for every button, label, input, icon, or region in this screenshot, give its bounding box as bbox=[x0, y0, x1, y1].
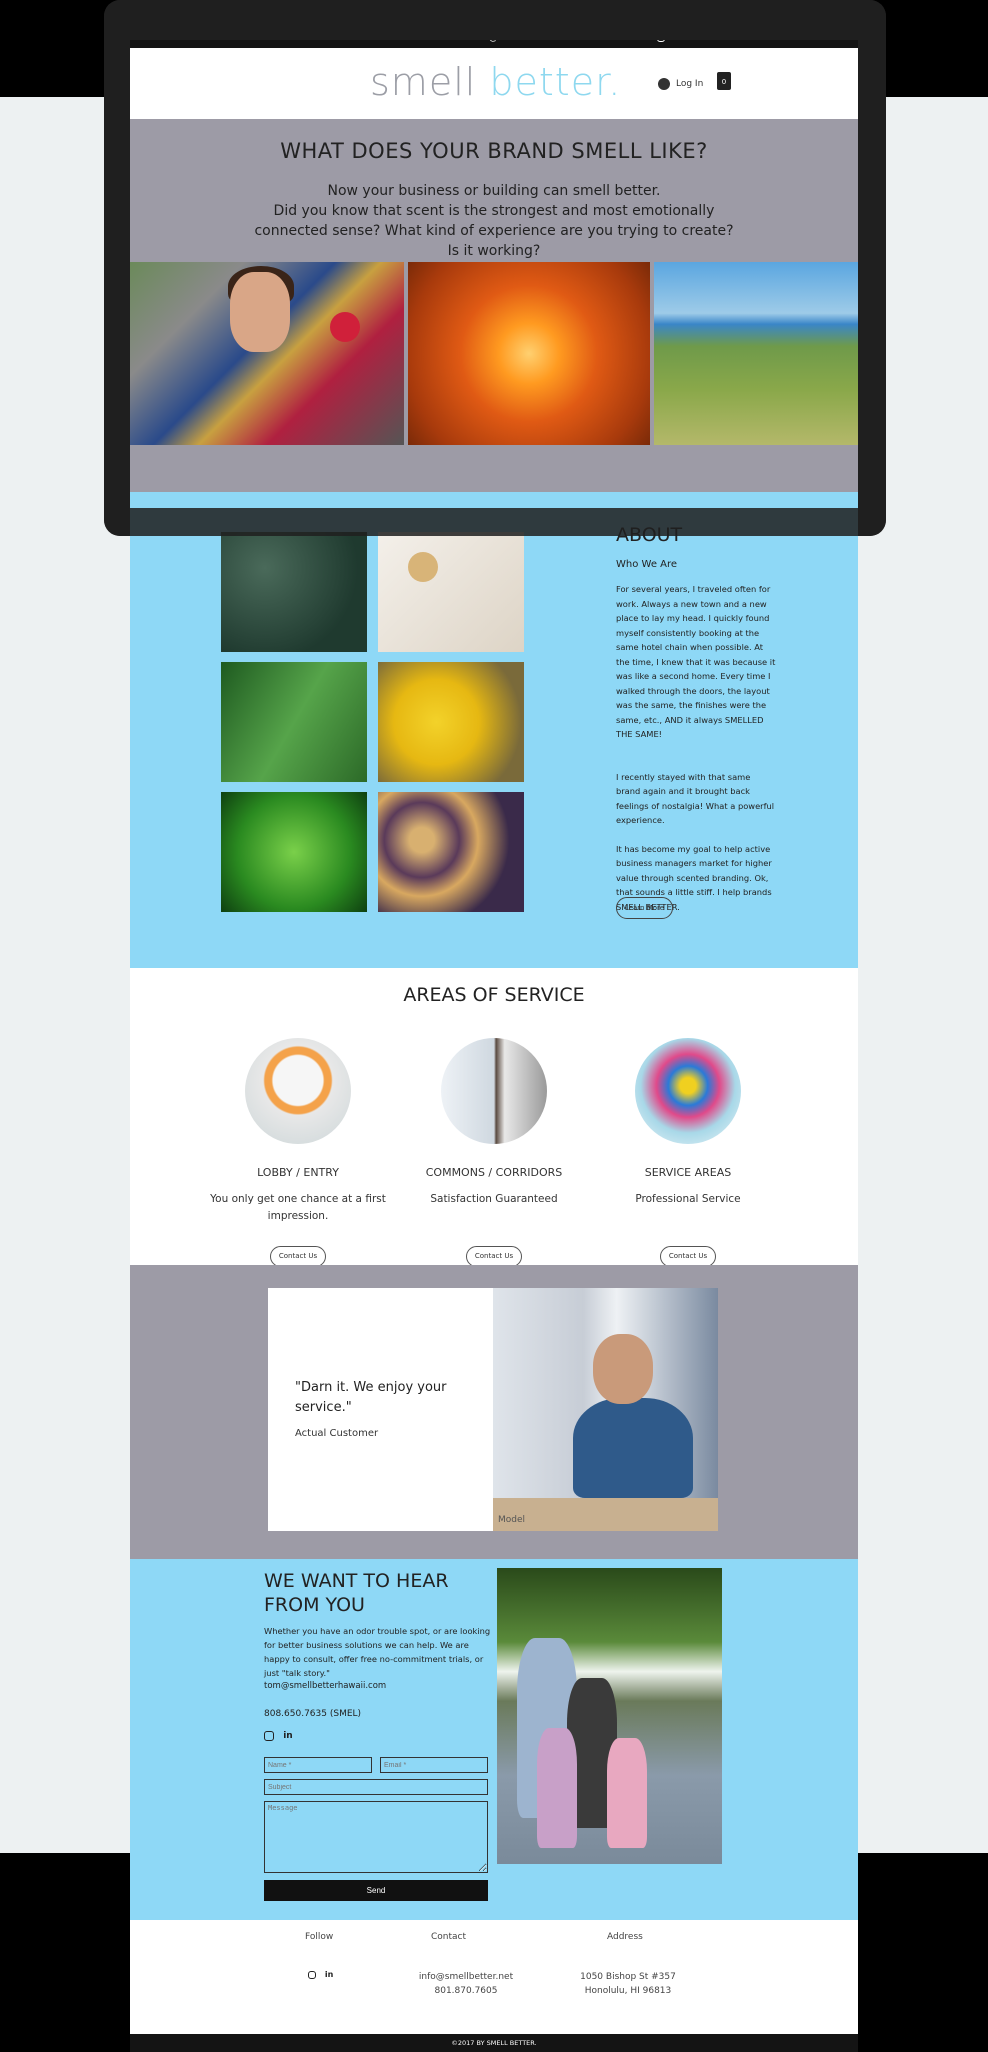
linkedin-icon[interactable]: in bbox=[325, 1970, 333, 1979]
footer: Follow Contact Address in info@smellbett… bbox=[130, 1920, 858, 2034]
lobby-image bbox=[245, 1038, 351, 1144]
model-label: Model bbox=[498, 1515, 526, 1525]
device-frame-top bbox=[104, 0, 886, 40]
name-field[interactable] bbox=[264, 1757, 372, 1773]
footer-contact: info@smellbetter.net 801.870.7605 bbox=[406, 1970, 526, 1998]
areas-of-service-section: AREAS OF SERVICE LOBBY / ENTRY You only … bbox=[130, 968, 858, 1293]
hero-line1: Now your business or building can smell … bbox=[327, 183, 661, 199]
areas-title: AREAS OF SERVICE bbox=[403, 984, 585, 1006]
device-frame-left bbox=[104, 0, 130, 536]
contact-us-button[interactable]: Contact Us bbox=[270, 1246, 326, 1267]
area-name: LOBBY / ENTRY bbox=[257, 1166, 339, 1179]
instagram-icon[interactable] bbox=[308, 1970, 316, 1979]
lemons-image bbox=[378, 662, 524, 782]
forest-image bbox=[221, 532, 367, 652]
header: smell better. Log In 0 bbox=[130, 48, 858, 119]
logo-smell: smell bbox=[370, 60, 477, 104]
hero-text: Now your business or building can smell … bbox=[250, 181, 738, 261]
device-frame-right bbox=[858, 0, 886, 536]
copyright-bar: ©2017 BY SMELL BETTER. bbox=[130, 2034, 858, 2052]
about-body: For several years, I traveled often for … bbox=[616, 582, 776, 928]
area-card-commons: COMMONS / CORRIDORS Satisfaction Guarant… bbox=[394, 1038, 594, 1267]
device-frame-bottom bbox=[104, 508, 886, 536]
footer-follow-heading: Follow bbox=[305, 1932, 334, 1942]
contact-email[interactable]: tom@smellbetterhawaii.com bbox=[264, 1681, 386, 1691]
logo-better: better. bbox=[489, 60, 622, 104]
subject-field[interactable] bbox=[264, 1779, 488, 1795]
login-button[interactable]: Log In bbox=[658, 78, 703, 90]
quote-card: "Darn it. We enjoy your service." Actual… bbox=[268, 1288, 493, 1531]
contact-us-button[interactable]: Contact Us bbox=[660, 1246, 716, 1267]
linkedin-icon[interactable]: in bbox=[283, 1731, 293, 1741]
footer-social: in bbox=[308, 1970, 333, 1980]
coastline-image bbox=[654, 262, 858, 445]
area-name: COMMONS / CORRIDORS bbox=[425, 1166, 563, 1179]
glowing-lantern-image bbox=[408, 262, 650, 445]
footer-address: 1050 Bishop St #357 Honolulu, HI 96813 bbox=[558, 1970, 698, 1998]
herbs-spices-image bbox=[378, 532, 524, 652]
user-avatar-icon bbox=[658, 78, 670, 90]
area-desc: You only get one chance at a first impre… bbox=[210, 1193, 386, 1222]
footer-address-line1: 1050 Bishop St #357 bbox=[580, 1972, 676, 1982]
testimonial-section: "Darn it. We enjoy your service." Actual… bbox=[130, 1265, 858, 1559]
cleaning-supplies-image bbox=[635, 1038, 741, 1144]
footer-address-line2: Honolulu, HI 96813 bbox=[584, 1986, 672, 1996]
contact-title: WE WANT TO HEAR FROM YOU bbox=[264, 1570, 449, 1616]
learn-more-button[interactable]: Learn More bbox=[616, 897, 673, 919]
contact-phone[interactable]: 808.650.7635 (SMEL) bbox=[264, 1709, 361, 1719]
area-card-service: SERVICE AREAS Professional Service Conta… bbox=[588, 1038, 788, 1267]
woman-smelling-roses-image bbox=[130, 262, 404, 445]
quote-author: Actual Customer bbox=[295, 1428, 379, 1439]
logo[interactable]: smell better. bbox=[370, 60, 621, 104]
quote-text: "Darn it. We enjoy your service." bbox=[295, 1380, 447, 1415]
hero-line2: Did you know that scent is the strongest… bbox=[254, 203, 734, 259]
area-card-lobby: LOBBY / ENTRY You only get one chance at… bbox=[198, 1038, 398, 1267]
about-paragraph-1: For several years, I traveled often for … bbox=[616, 584, 776, 739]
about-subtitle: Who We Are bbox=[616, 559, 678, 570]
about-section: ABOUT Who We Are For several years, I tr… bbox=[130, 492, 858, 968]
cart-icon[interactable]: 0 bbox=[717, 72, 731, 90]
cart-count: 0 bbox=[721, 78, 727, 86]
hero-title: WHAT DOES YOUR BRAND SMELL LIKE? bbox=[280, 139, 708, 163]
contact-social: in bbox=[264, 1731, 293, 1742]
contact-section: WE WANT TO HEAR FROM YOU Whether you hav… bbox=[130, 1559, 858, 1920]
message-field[interactable] bbox=[264, 1801, 488, 1873]
area-desc: Satisfaction Guaranteed bbox=[430, 1193, 558, 1205]
footer-contact-email[interactable]: info@smellbetter.net bbox=[406, 1970, 526, 1984]
area-name: SERVICE AREAS bbox=[644, 1166, 732, 1179]
tropical-leaves-image bbox=[221, 662, 367, 782]
footer-contact-heading: Contact bbox=[431, 1932, 467, 1942]
palm-fronds-image bbox=[221, 792, 367, 912]
family-waterfall-photo bbox=[497, 1568, 722, 1864]
contact-us-button[interactable]: Contact Us bbox=[466, 1246, 522, 1267]
area-desc: Professional Service bbox=[635, 1193, 741, 1205]
send-button[interactable]: Send bbox=[264, 1880, 488, 1901]
corridor-image bbox=[441, 1038, 547, 1144]
instagram-icon[interactable] bbox=[264, 1731, 274, 1741]
login-label: Log In bbox=[676, 79, 704, 89]
about-paragraph-2: I recently stayed with that same brand a… bbox=[616, 771, 775, 826]
page: Home Scents info@smellbetter.net 8018707… bbox=[130, 28, 858, 2052]
footer-address-heading: Address bbox=[607, 1932, 643, 1942]
customer-photo bbox=[493, 1288, 718, 1531]
hero-section: WHAT DOES YOUR BRAND SMELL LIKE? Now you… bbox=[130, 119, 858, 492]
email-field[interactable] bbox=[380, 1757, 488, 1773]
wood-logs-image bbox=[378, 792, 524, 912]
footer-contact-phone[interactable]: 801.870.7605 bbox=[406, 1984, 526, 1998]
contact-text: Whether you have an odor trouble spot, o… bbox=[264, 1626, 491, 1678]
